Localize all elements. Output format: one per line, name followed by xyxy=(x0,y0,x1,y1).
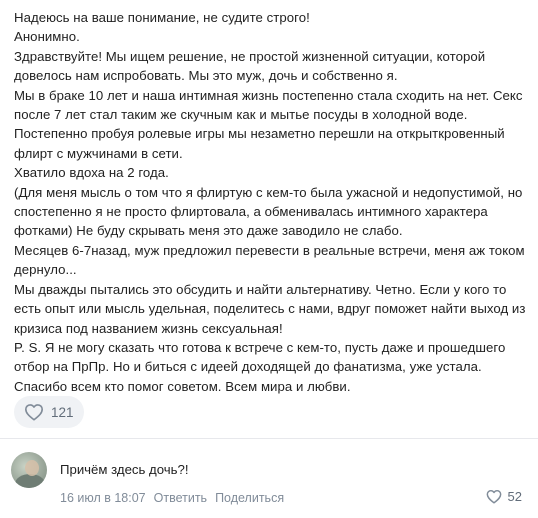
post-text: Надеюсь на ваше понимание, не судите стр… xyxy=(0,0,538,396)
post-line: отбор на ПрПр. Но и биться с идеей доход… xyxy=(14,359,482,375)
avatar-shape xyxy=(25,460,39,476)
comment-like-button[interactable]: 52 xyxy=(486,489,522,504)
post-line: Спасибо всем кто помог советом. Всем мир… xyxy=(14,378,351,394)
post-line: после 7 лет стал таким же скучным как и … xyxy=(14,107,468,123)
post-line: Мы дважды пытались это обсудить и найти … xyxy=(14,281,507,297)
post-line: Надеюсь на ваше понимание, не судите стр… xyxy=(14,10,310,25)
post-line: фотками) Не буду скрывать меня это даже … xyxy=(14,223,403,239)
post-like-count: 121 xyxy=(51,404,74,420)
comment-text: Причём здесь дочь?! xyxy=(60,462,189,477)
post-like-button[interactable]: 121 xyxy=(14,396,84,428)
post-line: дернуло... xyxy=(14,262,77,278)
post-line: Хватило вдоха на 2 года. xyxy=(14,165,169,181)
post-line: спостепенно я не просто флиртовала, а об… xyxy=(14,204,488,220)
post-line: (Для меня мысль о том что я флиртую с ке… xyxy=(14,184,523,200)
post-line: есть опыт или мысль удельная, поделитесь… xyxy=(14,301,526,317)
comment-meta: 16 июл в 18:07 Ответить Поделиться xyxy=(60,491,284,505)
post-line: P. S. Я не могу сказать что готова к вст… xyxy=(14,339,506,355)
comment-date[interactable]: 16 июл в 18:07 xyxy=(60,491,146,505)
share-button[interactable]: Поделиться xyxy=(215,491,284,505)
post: Надеюсь на ваше понимание, не судите стр… xyxy=(0,0,538,428)
reply-button[interactable]: Ответить xyxy=(154,491,207,505)
comment: Причём здесь дочь?! 16 июл в 18:07 Ответ… xyxy=(0,448,538,518)
divider xyxy=(0,438,538,439)
post-line: Здравствуйте! Мы ищем решение, не просто… xyxy=(14,48,486,64)
post-line: кризиса под названием жизнь сексуальная! xyxy=(14,320,283,336)
post-line: довелось нам испробовать. Мы это муж, до… xyxy=(14,68,398,84)
post-line: Мы в браке 10 лет и наша интимная жизнь … xyxy=(14,87,523,103)
post-line: Постепенно пробуя ролевые игры мы незаме… xyxy=(14,126,505,142)
heart-outline-icon xyxy=(486,489,501,504)
post-line: флирт с мужчинами в сети. xyxy=(14,145,183,161)
avatar-shape xyxy=(15,474,45,488)
avatar[interactable] xyxy=(11,452,47,488)
post-line: Месяцев 6-7назад, муж предложил перевест… xyxy=(14,242,525,258)
comment-like-count: 52 xyxy=(507,489,522,504)
heart-outline-icon xyxy=(25,404,43,421)
post-line: Анонимно. xyxy=(14,29,80,45)
